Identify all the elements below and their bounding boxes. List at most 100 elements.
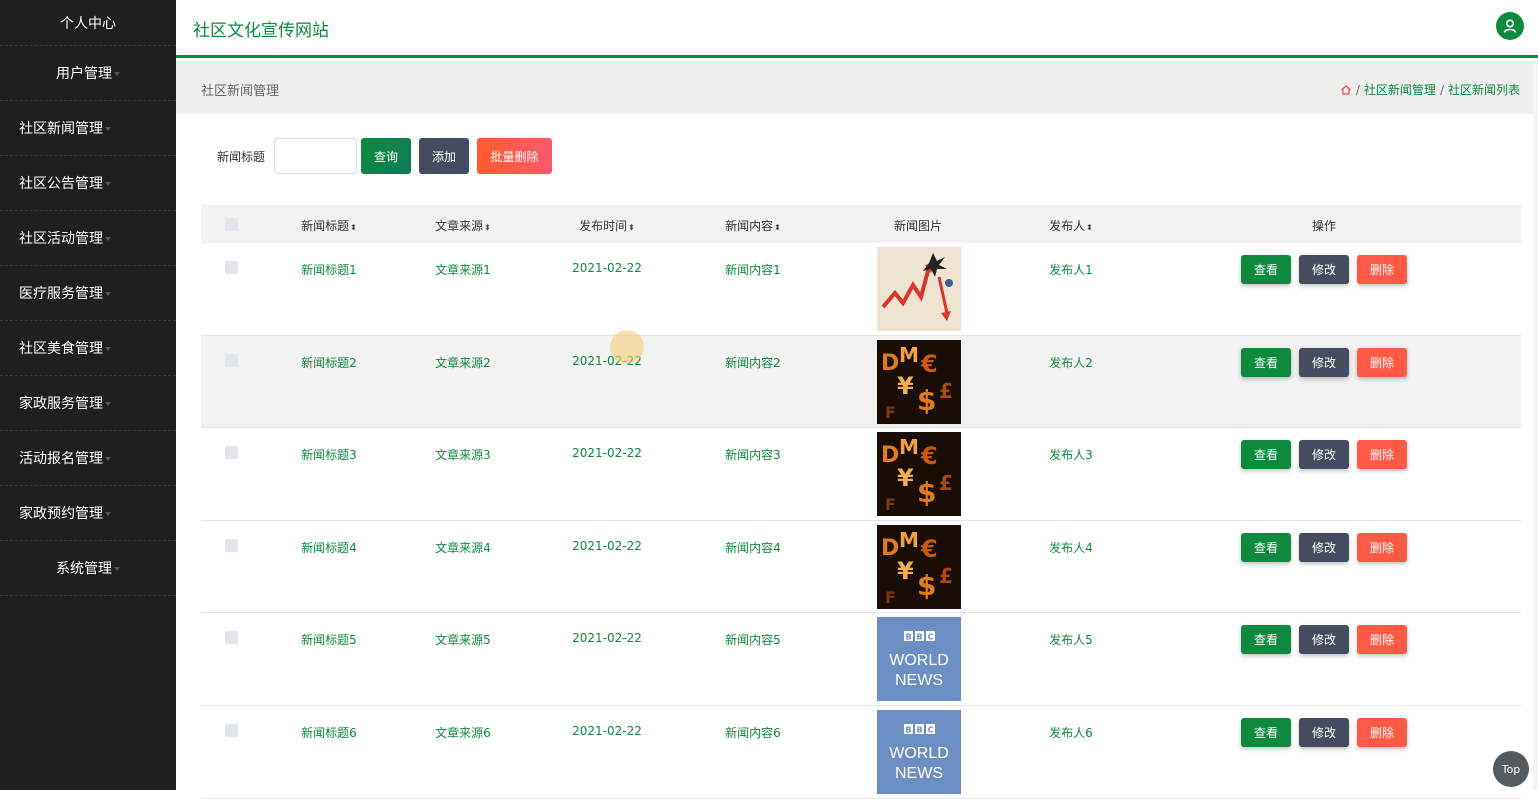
delete-button[interactable]: 删除 (1357, 717, 1407, 747)
row-checkbox[interactable] (225, 631, 238, 645)
back-to-top-button[interactable]: Top (1493, 751, 1529, 787)
edit-button[interactable]: 修改 (1299, 532, 1349, 562)
table-row: 新闻标题3 文章来源3 2021-02-22 新闻内容3 D M € ¥ $ £ F 发布人3 查看 修改… (201, 428, 1521, 521)
news-image: D M € ¥ $ £ F (877, 339, 961, 424)
header-source[interactable]: 文章来源⬍ (423, 217, 503, 234)
cell-title: 新闻标题5 (301, 633, 357, 648)
cell-source: 文章来源4 (435, 540, 491, 555)
row-checkbox[interactable] (225, 723, 238, 737)
news-image: B B C WORLD NEWS (877, 617, 961, 702)
breadcrumb-item-news-management[interactable]: 社区新闻管理 (1364, 81, 1436, 98)
caret-down-icon (105, 457, 111, 461)
sidebar-item[interactable]: 社区公告管理 (0, 156, 176, 211)
sidebar-item[interactable]: 活动报名管理 (0, 431, 176, 486)
view-button[interactable]: 查看 (1241, 717, 1291, 747)
cell-source: 文章来源6 (435, 725, 491, 740)
sidebar-item[interactable]: 用户管理 (0, 46, 176, 101)
sidebar-item[interactable]: 系统管理 (0, 541, 176, 596)
row-checkbox[interactable] (225, 353, 238, 367)
add-button[interactable]: 添加 (419, 138, 470, 174)
table-row: 新闻标题6 文章来源6 2021-02-22 新闻内容6 B B C WORLD NEWS 发布人… (201, 705, 1521, 799)
news-image: D M € ¥ $ £ F (877, 524, 961, 609)
top-header: 社区文化宣传网站 (176, 0, 1538, 58)
edit-button[interactable]: 修改 (1299, 717, 1349, 747)
user-icon (1503, 19, 1517, 33)
view-button[interactable]: 查看 (1241, 440, 1291, 470)
row-checkbox[interactable] (225, 261, 238, 274)
row-checkbox[interactable] (225, 446, 238, 460)
news-image (877, 247, 961, 331)
sidebar-item[interactable]: 社区美食管理 (0, 321, 176, 376)
header-content[interactable]: 新闻内容⬍ (713, 217, 793, 234)
query-button[interactable]: 查询 (361, 138, 412, 174)
news-table: 新闻标题⬍ 文章来源⬍ 发布时间⬍ 新闻内容⬍ 新闻图片 发布人⬍ 操作 新闻标… (201, 205, 1521, 799)
caret-down-icon (105, 292, 111, 296)
view-button[interactable]: 查看 (1241, 625, 1291, 655)
svg-text:B: B (905, 725, 911, 734)
svg-text:C: C (928, 633, 934, 642)
edit-button[interactable]: 修改 (1299, 255, 1349, 284)
user-avatar-icon[interactable] (1496, 12, 1524, 40)
news-image: D M € ¥ $ £ F (877, 432, 961, 517)
select-all-checkbox[interactable] (225, 217, 238, 231)
cell-source: 文章来源5 (435, 633, 491, 648)
sidebar-item[interactable]: 个人中心 (0, 0, 176, 46)
view-button[interactable]: 查看 (1241, 347, 1291, 377)
breadcrumb: / 社区新闻管理 / 社区新闻列表 (1340, 81, 1520, 98)
svg-text:B: B (905, 633, 911, 642)
sort-icon: ⬍ (628, 223, 635, 232)
row-checkbox[interactable] (225, 538, 238, 552)
delete-button[interactable]: 删除 (1357, 532, 1407, 562)
cell-source: 文章来源1 (435, 263, 491, 277)
svg-text:WORLD: WORLD (889, 745, 949, 762)
sidebar-item[interactable]: 社区活动管理 (0, 211, 176, 266)
edit-button[interactable]: 修改 (1299, 440, 1349, 470)
breadcrumb-separator: / (1439, 82, 1444, 97)
header-title[interactable]: 新闻标题⬍ (289, 217, 369, 234)
sidebar-item-label: 社区新闻管理 (19, 121, 103, 137)
scrollbar[interactable] (1533, 58, 1538, 790)
cell-time: 2021-02-22 (572, 261, 642, 275)
delete-button[interactable]: 删除 (1357, 347, 1407, 377)
edit-button[interactable]: 修改 (1299, 347, 1349, 377)
delete-button[interactable]: 删除 (1357, 440, 1407, 470)
batch-delete-button[interactable]: 批量删除 (477, 138, 553, 174)
sort-icon: ⬍ (484, 223, 491, 232)
edit-button[interactable]: 修改 (1299, 625, 1349, 655)
cell-time: 2021-02-22 (572, 631, 642, 646)
sidebar: 个人中心 用户管理社区新闻管理 社区公告管理社区活动管理 医疗服务管理 社区美食管理家政… (0, 0, 176, 790)
header-title-label: 新闻标题 (301, 219, 350, 233)
delete-button[interactable]: 删除 (1357, 625, 1407, 655)
sort-icon: ⬍ (1086, 223, 1093, 232)
header-publisher[interactable]: 发布人⬍ (1031, 217, 1111, 234)
sidebar-item[interactable]: 家政预约管理 (0, 486, 176, 541)
cell-source: 文章来源3 (435, 448, 491, 463)
caret-down-icon (105, 237, 111, 241)
breadcrumb-separator: / (1355, 82, 1360, 97)
header-time[interactable]: 发布时间⬍ (567, 217, 647, 234)
sidebar-item[interactable]: 医疗服务管理 (0, 266, 176, 321)
sidebar-item[interactable]: 社区新闻管理 (0, 101, 176, 156)
delete-button[interactable]: 删除 (1357, 255, 1407, 284)
cell-publisher: 发布人1 (1049, 263, 1093, 277)
breadcrumb-bar: 社区新闻管理 / 社区新闻管理 / 社区新闻列表 (176, 61, 1538, 114)
cell-content: 新闻内容3 (725, 448, 781, 463)
svg-text:M: M (899, 528, 919, 552)
breadcrumb-item-news-list[interactable]: 社区新闻列表 (1448, 81, 1520, 98)
row-actions: 查看 修改 删除 (1241, 532, 1407, 562)
view-button[interactable]: 查看 (1241, 532, 1291, 562)
svg-text:B: B (916, 725, 922, 734)
search-input[interactable] (274, 138, 358, 174)
sidebar-item-label: 家政预约管理 (19, 506, 103, 522)
sidebar-item-label: 社区公告管理 (19, 176, 103, 192)
sidebar-item-label: 活动报名管理 (19, 451, 103, 467)
svg-text:¥: ¥ (897, 372, 914, 400)
table-row: 新闻标题5 文章来源5 2021-02-22 新闻内容5 B B C WORLD NEWS 发布人… (201, 613, 1521, 706)
svg-text:F: F (885, 588, 896, 607)
home-icon[interactable] (1340, 84, 1352, 96)
header-source-label: 文章来源 (435, 219, 484, 233)
view-button[interactable]: 查看 (1241, 255, 1291, 284)
cell-publisher: 发布人2 (1049, 355, 1093, 370)
sidebar-item[interactable]: 家政服务管理 (0, 376, 176, 431)
sidebar-item-label: 家政服务管理 (19, 396, 103, 412)
